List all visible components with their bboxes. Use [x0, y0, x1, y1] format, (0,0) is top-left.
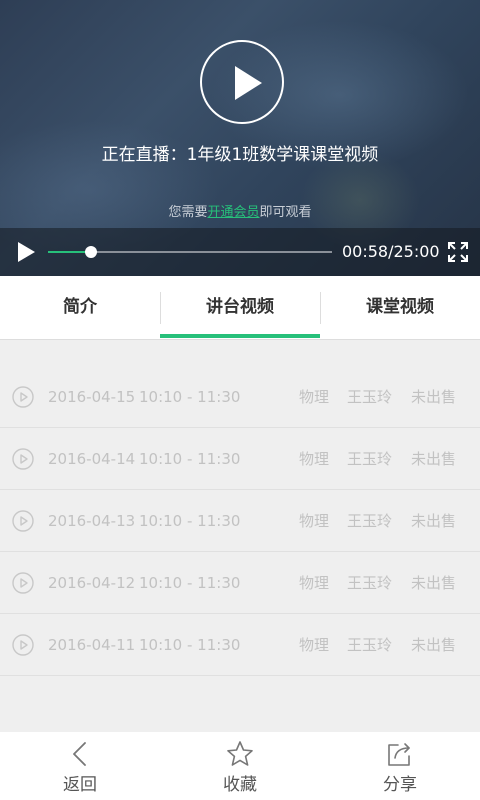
play-icon[interactable] [14, 240, 38, 264]
session-status: 未出售 [411, 388, 457, 406]
session-status: 未出售 [411, 574, 457, 592]
share-icon [388, 743, 410, 766]
session-date: 2016-04-15 [48, 388, 136, 406]
live-title: 正在直播：1年级1班数学课课堂视频 [101, 145, 379, 165]
time-display: 00:58/25:00 [342, 242, 440, 261]
session-teacher: 王玉玲 [347, 388, 393, 406]
share-button[interactable]: 分享 [320, 732, 480, 800]
member-tip: 您需要开通会员即可观看 [0, 204, 480, 222]
session-date: 2016-04-11 [48, 636, 136, 654]
list-item[interactable]: 2016-04-15 10:10 - 11:30 物理 王玉玲 未出售 [0, 366, 480, 428]
session-subject: 物理 [299, 512, 330, 530]
player-controls: 00:58/25:00 [0, 228, 480, 276]
session-time: 10:10 - 11:30 [139, 574, 241, 592]
play-circle-icon[interactable] [12, 510, 34, 532]
session-teacher: 王玉玲 [347, 512, 393, 530]
back-button[interactable]: 返回 [0, 732, 160, 800]
list-item[interactable]: 2016-04-12 10:10 - 11:30 物理 王玉玲 未出售 [0, 552, 480, 614]
session-list: 2016-04-15 10:10 - 11:30 物理 王玉玲 未出售 2016… [0, 366, 480, 676]
list-item[interactable]: 2016-04-14 10:10 - 11:30 物理 王玉玲 未出售 [0, 428, 480, 490]
play-circle-icon[interactable] [12, 572, 34, 594]
session-subject: 物理 [299, 450, 330, 468]
session-date: 2016-04-12 [48, 574, 136, 592]
session-status: 未出售 [411, 636, 457, 654]
favorite-label: 收藏 [223, 775, 257, 795]
progress-bar[interactable] [48, 246, 332, 258]
member-tip-prefix: 您需要 [168, 205, 208, 220]
chevron-left-icon [73, 742, 86, 766]
tab-bar: 简介 讲台视频 课堂视频 [0, 276, 480, 340]
star-icon [227, 741, 253, 766]
active-tab-indicator [160, 334, 320, 338]
fullscreen-icon[interactable] [446, 240, 470, 264]
session-subject: 物理 [299, 574, 330, 592]
list-item[interactable]: 2016-04-11 10:10 - 11:30 物理 王玉玲 未出售 [0, 614, 480, 676]
favorite-button[interactable]: 收藏 [160, 732, 320, 800]
session-subject: 物理 [299, 636, 330, 654]
tab-podium-video[interactable]: 讲台视频 [160, 276, 320, 339]
session-status: 未出售 [411, 512, 457, 530]
session-teacher: 王玉玲 [347, 450, 393, 468]
play-icon[interactable] [200, 40, 284, 124]
list-item[interactable]: 2016-04-13 10:10 - 11:30 物理 王玉玲 未出售 [0, 490, 480, 552]
open-membership-link[interactable]: 开通会员 [207, 205, 259, 220]
back-label: 返回 [63, 775, 97, 795]
session-teacher: 王玉玲 [347, 636, 393, 654]
play-circle-icon[interactable] [12, 634, 34, 656]
video-player[interactable]: 正在直播：1年级1班数学课课堂视频 您需要开通会员即可观看 00:58/25:0… [0, 0, 480, 276]
session-time: 10:10 - 11:30 [139, 388, 241, 406]
play-circle-icon[interactable] [12, 386, 34, 408]
tab-classroom-video[interactable]: 课堂视频 [320, 276, 480, 339]
progress-handle[interactable] [84, 246, 97, 258]
session-time: 10:10 - 11:30 [139, 636, 241, 654]
session-date: 2016-04-14 [48, 450, 136, 468]
member-tip-suffix: 即可观看 [259, 205, 312, 220]
share-label: 分享 [383, 775, 417, 795]
session-time: 10:10 - 11:30 [139, 512, 241, 530]
session-time: 10:10 - 11:30 [139, 450, 241, 468]
bottom-toolbar: 返回 收藏 分享 [0, 732, 480, 800]
session-subject: 物理 [299, 388, 330, 406]
tab-intro[interactable]: 简介 [0, 276, 160, 339]
session-date: 2016-04-13 [48, 512, 136, 530]
session-status: 未出售 [411, 450, 457, 468]
play-circle-icon[interactable] [12, 448, 34, 470]
session-teacher: 王玉玲 [347, 574, 393, 592]
